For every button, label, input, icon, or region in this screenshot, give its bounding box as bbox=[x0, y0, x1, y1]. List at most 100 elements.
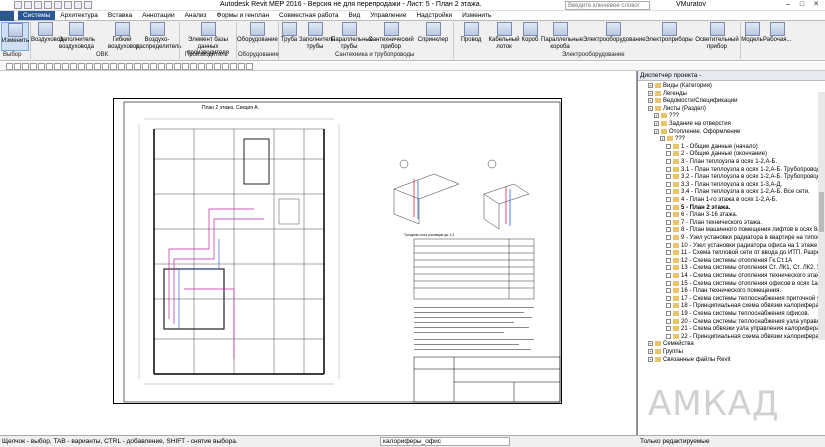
expand-icon[interactable] bbox=[666, 166, 671, 172]
group-select[interactable]: Выбор bbox=[3, 52, 21, 58]
pipe-button[interactable]: Труба bbox=[279, 22, 299, 44]
browser-item[interactable]: 20 - Схема системы теплоснабжения узла у… bbox=[666, 318, 824, 326]
expand-icon[interactable] bbox=[666, 235, 671, 240]
flex-duct-button[interactable]: Гибкий воздуховод bbox=[108, 22, 140, 50]
lighting-fixture-button[interactable]: Осветительный прибор bbox=[695, 22, 739, 50]
expand-icon[interactable] bbox=[666, 159, 671, 164]
browser-item[interactable]: 15 - Схема системы отопления офисов в ос… bbox=[666, 280, 824, 288]
browser-item[interactable]: 14 - Схема системы отопления техническог… bbox=[666, 273, 824, 280]
expand-icon[interactable] bbox=[666, 242, 671, 248]
browser-item[interactable]: 17 - Схема системы теплоснабжения приточ… bbox=[666, 295, 824, 303]
expand-icon[interactable] bbox=[666, 288, 671, 294]
browser-item[interactable]: 12 - Схема системы отопления Гк.Ст.1А bbox=[666, 257, 792, 265]
browser-item[interactable]: 22 - Принципиальная схема обвязки калори… bbox=[666, 333, 824, 341]
workset-filter[interactable]: Только редактируемые bbox=[640, 436, 710, 447]
pipe-placeholder-button[interactable]: Заполнитель трубы bbox=[299, 22, 335, 50]
tab-manage[interactable]: Управление bbox=[365, 11, 411, 20]
mechanical-equipment-button[interactable]: Оборудование bbox=[237, 22, 278, 44]
model-button[interactable]: Модель bbox=[741, 22, 763, 44]
browser-item[interactable]: 3.1 - План теплоузла в осях 1-2,А-Б. Тру… bbox=[666, 166, 824, 174]
expand-icon[interactable] bbox=[666, 303, 671, 309]
expand-icon[interactable]: + bbox=[648, 90, 653, 96]
expand-icon[interactable] bbox=[666, 227, 671, 233]
user-name[interactable]: VMuratov bbox=[676, 1, 706, 8]
browser-item[interactable]: +??? bbox=[660, 136, 685, 143]
browser-item[interactable]: 18 - Принципиальная схема обвязки калори… bbox=[666, 303, 824, 310]
electrical-equipment-button[interactable]: Электрооборудование bbox=[583, 22, 646, 44]
browser-item[interactable]: 3.2 - План теплоузла в осях 1-2,А-Б. Тру… bbox=[666, 174, 824, 181]
wire-button[interactable]: Провод bbox=[455, 22, 487, 44]
expand-icon[interactable]: + bbox=[648, 341, 653, 347]
duct-placeholder-button[interactable]: Заполнитель воздуховода bbox=[59, 22, 95, 50]
expand-icon[interactable] bbox=[666, 143, 671, 149]
cable-tray-button[interactable]: Кабельный лоток bbox=[488, 22, 520, 50]
expand-icon[interactable]: + bbox=[654, 128, 659, 134]
browser-item[interactable]: 11 - Схема тепловой сети от ввода до ИТП… bbox=[666, 250, 824, 257]
browser-item[interactable]: 19 - Схема системы теплоснабжения офисов… bbox=[666, 311, 809, 318]
expand-icon[interactable]: + bbox=[648, 356, 653, 362]
expand-icon[interactable] bbox=[666, 204, 671, 210]
browser-item[interactable]: 6 - План 3-16 этажа. bbox=[666, 212, 737, 219]
parallel-pipes-button[interactable]: Параллельные трубы bbox=[331, 22, 373, 50]
expand-icon[interactable]: + bbox=[648, 83, 653, 88]
parallel-conduits-button[interactable]: Параллельные короба bbox=[541, 22, 583, 50]
expand-icon[interactable] bbox=[666, 181, 671, 187]
expand-icon[interactable]: + bbox=[654, 121, 659, 126]
conduit-button[interactable]: Короб bbox=[520, 22, 540, 44]
expand-icon[interactable] bbox=[666, 311, 671, 316]
expand-icon[interactable]: + bbox=[654, 113, 659, 119]
expand-icon[interactable]: + bbox=[648, 349, 653, 354]
expand-icon[interactable]: + bbox=[648, 105, 653, 111]
family-selector[interactable]: калориферы_офис bbox=[380, 437, 510, 446]
scrollbar-thumb[interactable] bbox=[819, 192, 824, 232]
vertical-scrollbar[interactable] bbox=[818, 92, 825, 340]
tab-analyze[interactable]: Анализ bbox=[180, 11, 212, 20]
browser-item[interactable]: 4 - План 1-го этажа в осях 1-2,А-Б. bbox=[666, 197, 777, 204]
expand-icon[interactable] bbox=[666, 212, 671, 218]
plumbing-fixture-button[interactable]: Сантехнический прибор bbox=[368, 22, 414, 50]
expand-icon[interactable] bbox=[666, 265, 671, 271]
expand-icon[interactable]: + bbox=[660, 136, 665, 142]
tab-annotate[interactable]: Аннотации bbox=[137, 11, 180, 20]
browser-item[interactable]: 21 - Схема обвязки узла управления калор… bbox=[666, 326, 824, 333]
expand-icon[interactable] bbox=[666, 257, 671, 263]
air-terminal-button[interactable]: Воздухо-распределитель bbox=[136, 22, 181, 50]
modify-button[interactable]: Изменить bbox=[1, 22, 29, 51]
browser-item[interactable]: 1 - Общие данные (начало) bbox=[666, 143, 758, 151]
browser-item[interactable]: + Группы bbox=[648, 349, 683, 356]
browser-item[interactable]: + Ведомости/Спецификации bbox=[648, 98, 738, 105]
browser-item[interactable]: 16 - План технического помещения. bbox=[666, 288, 781, 295]
browser-item[interactable]: 3.4 - План теплоузла в осях 1-2,А-Б. Все… bbox=[666, 189, 810, 196]
electrical-fixtures-button[interactable]: Электроприборы bbox=[644, 22, 694, 44]
tab-systems[interactable]: Системы bbox=[18, 11, 56, 20]
duct-button[interactable]: Воздуховод bbox=[31, 22, 64, 44]
browser-item[interactable]: 5 - План 2 этажа. bbox=[666, 204, 730, 212]
browser-item[interactable]: 3 - План теплоузла в осях 1-2,А-Б. bbox=[666, 159, 777, 166]
browser-item[interactable]: 7 - План технического этажа. bbox=[666, 219, 762, 227]
browser-item[interactable]: 9 - Узел установки радиатора в квартире … bbox=[666, 235, 824, 242]
expand-icon[interactable] bbox=[666, 151, 671, 157]
project-browser-tree[interactable]: + Виды (Категория) + Легенды + Ведомости/Спец… bbox=[638, 81, 824, 434]
expand-icon[interactable] bbox=[666, 189, 671, 195]
tab-collaborate[interactable]: Совместная работа bbox=[274, 11, 343, 20]
tab-modify[interactable]: Изменить bbox=[457, 11, 496, 20]
close-icon[interactable]: ✕ bbox=[809, 0, 823, 10]
work-plane-button[interactable]: Рабочая... bbox=[763, 22, 792, 44]
browser-item[interactable]: + Задание на отверстия bbox=[654, 121, 731, 128]
browser-item[interactable]: 3.3 - План теплоузла в осях 1-3,А-Д. bbox=[666, 181, 782, 189]
search-input[interactable]: Введите ключевое слово/фразу bbox=[565, 1, 650, 17]
application-menu-button[interactable] bbox=[0, 11, 14, 21]
tab-insert[interactable]: Вставка bbox=[103, 11, 137, 20]
expand-icon[interactable] bbox=[666, 197, 671, 202]
browser-item[interactable]: + Связанные файлы Revit bbox=[648, 356, 731, 364]
expand-icon[interactable] bbox=[666, 280, 671, 286]
expand-icon[interactable] bbox=[666, 318, 671, 324]
maximize-icon[interactable]: □ bbox=[795, 0, 809, 10]
expand-icon[interactable] bbox=[666, 219, 671, 225]
expand-icon[interactable] bbox=[666, 333, 671, 339]
quick-access-toolbar[interactable] bbox=[14, 1, 92, 9]
browser-item[interactable]: 2 - Общие данные (окончание) bbox=[666, 151, 767, 158]
browser-item[interactable]: + Отопление. Оформление bbox=[654, 128, 740, 136]
expand-icon[interactable] bbox=[666, 174, 671, 180]
browser-item[interactable]: 10 - Узел установки радиатора офиса на 1… bbox=[666, 242, 824, 250]
